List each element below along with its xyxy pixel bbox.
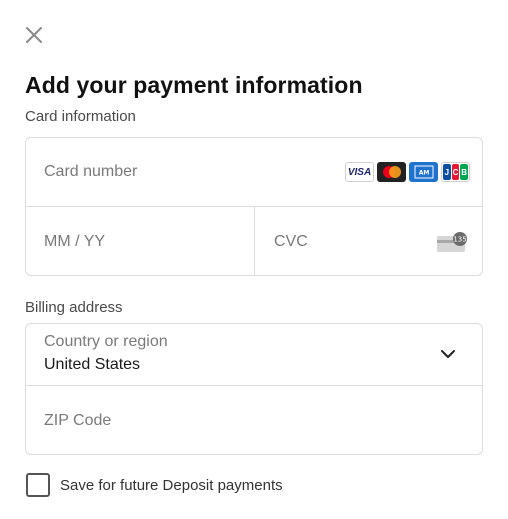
save-payment-checkbox[interactable] [26,473,50,497]
card-information-label: Card information [25,108,136,125]
billing-address-group: Country or region United States ZIP Code [25,323,483,455]
cvc-placeholder: CVC [274,233,308,250]
zip-code-field[interactable]: ZIP Code [26,386,482,454]
expiry-date-field[interactable]: MM / YY [26,207,255,275]
expiry-placeholder: MM / YY [44,233,106,250]
page-title: Add your payment information [25,72,363,98]
zip-placeholder: ZIP Code [44,412,112,429]
mastercard-icon [377,162,406,182]
amex-icon: AM [409,162,438,182]
close-icon [26,27,42,43]
card-number-field[interactable]: Card number VISA AM J C B [26,138,482,207]
card-information-group: Card number VISA AM J C B MM / YY CVC 13… [25,137,483,276]
svg-text:135: 135 [453,236,466,244]
chevron-down-icon [441,350,455,358]
visa-icon: VISA [345,162,374,182]
close-button[interactable] [22,23,46,47]
country-label: Country or region [44,333,168,350]
save-payment-option[interactable]: Save for future Deposit payments [26,473,283,497]
billing-address-label: Billing address [25,299,123,316]
card-brands: VISA AM J C B [345,162,470,182]
country-select[interactable]: Country or region United States [26,324,482,386]
cvc-field[interactable]: CVC 135 [255,207,482,275]
save-payment-label: Save for future Deposit payments [60,476,283,494]
svg-text:AM: AM [418,170,429,177]
country-value: United States [44,356,141,373]
card-number-placeholder: Card number [44,163,138,180]
jcb-icon: J C B [441,162,470,182]
cvc-card-icon: 135 [437,232,467,252]
